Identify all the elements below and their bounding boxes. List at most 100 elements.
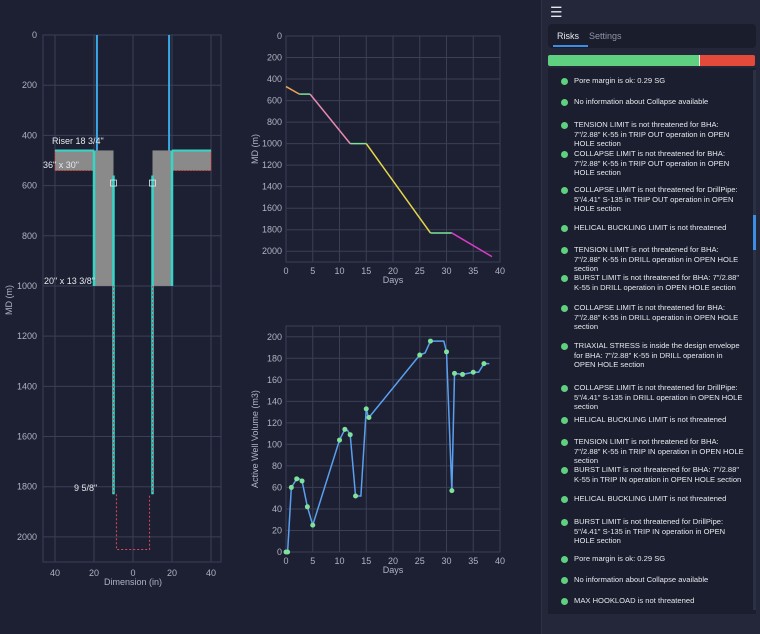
risk-item-text: COLLAPSE LIMIT is not threatened for Dri… — [574, 185, 738, 214]
status-dot-icon — [561, 598, 568, 605]
y-axis-label: MD (m) — [4, 285, 14, 315]
risk-summary-bar — [548, 55, 755, 66]
data-point — [481, 361, 487, 367]
status-dot-icon — [561, 78, 568, 85]
x-tick-label: 40 — [495, 266, 505, 276]
tab-settings[interactable]: Settings — [589, 31, 622, 41]
x-tick-label: 0 — [283, 556, 288, 566]
x-tick-label: 40 — [206, 568, 216, 578]
data-point — [342, 426, 348, 432]
y-tick-label: 1600 — [17, 432, 37, 442]
y-tick-label: 1000 — [262, 139, 282, 149]
x-tick-label: 10 — [334, 556, 344, 566]
y-tick-label: 0 — [277, 547, 282, 557]
y-tick-label: 60 — [272, 482, 282, 492]
y-tick-label: 2000 — [262, 246, 282, 256]
x-tick-label: 15 — [361, 266, 371, 276]
status-dot-icon — [561, 343, 568, 350]
tab-bar: Risks Settings — [548, 24, 756, 48]
risk-list-scroll-thumb[interactable] — [753, 215, 756, 250]
risk-item-text: TENSION LIMIT is not threatened for BHA:… — [574, 120, 730, 149]
y-tick-label: 100 — [267, 439, 282, 449]
data-point — [347, 432, 353, 438]
data-point — [449, 488, 455, 494]
data-point — [366, 414, 372, 420]
data-point — [304, 504, 310, 510]
status-dot-icon — [561, 275, 568, 282]
volume-days-chart: 0 5 10 15 20 25 30 35 40 0 20 40 60 80 100 120 140 160 180… — [248, 318, 510, 590]
risk-item-text: COLLAPSE LIMIT is not threatened for BHA… — [574, 303, 739, 332]
x-tick-label: 30 — [441, 266, 451, 276]
y-axis-label: MD (m) — [250, 134, 260, 164]
data-point — [470, 369, 476, 375]
data-point — [417, 352, 423, 358]
x-tick-label: 5 — [310, 556, 315, 566]
x-axis-label: Days — [383, 275, 404, 285]
risk-item-text: COLLAPSE LIMIT is not threatened for BHA… — [574, 149, 730, 178]
status-dot-icon — [561, 467, 568, 474]
y-tick-label: 180 — [267, 353, 282, 363]
conductor-label: 36" x 30" — [43, 160, 79, 170]
status-dot-icon — [561, 577, 568, 584]
plot-frame — [42, 34, 222, 563]
riser-label: Riser 18 3/4" — [52, 136, 104, 146]
risk-panel: ☰ Risks Settings Pore margin is ok: 0.29… — [541, 0, 760, 634]
data-point — [363, 406, 369, 412]
y-tick-label: 200 — [267, 53, 282, 63]
y-tick-label: 0 — [277, 31, 282, 41]
x-tick-label: 20 — [89, 568, 99, 578]
status-dot-icon — [561, 99, 568, 106]
intermediate-casing-label: 9 5/8" — [74, 483, 97, 493]
risk-item-text: BURST LIMIT is not threatened for DrillP… — [574, 517, 726, 546]
status-dot-icon — [561, 122, 568, 129]
risk-list[interactable]: Pore margin is ok: 0.29 SG No information… — [548, 68, 756, 614]
y-tick-label: 1200 — [262, 160, 282, 170]
y-tick-label: 400 — [267, 74, 282, 84]
tab-risks[interactable]: Risks — [557, 31, 579, 41]
series-line — [451, 232, 493, 258]
x-tick-label: 15 — [361, 556, 371, 566]
status-dot-icon — [561, 151, 568, 158]
surface-casing-label: 20" x 13 3/8" — [44, 276, 95, 286]
risk-item-text: TENSION LIMIT is not threatened for BHA:… — [574, 245, 739, 274]
y-tick-label: 600 — [22, 181, 37, 191]
wellbore-svg: 40 20 0 20 400200400600800100012001400160018… — [4, 30, 222, 587]
x-tick-label: 25 — [415, 266, 425, 276]
hamburger-menu-icon[interactable]: ☰ — [550, 4, 563, 21]
y-tick-label: 1200 — [17, 331, 37, 341]
data-point — [452, 370, 458, 376]
status-dot-icon — [561, 556, 568, 563]
data-point — [285, 549, 291, 555]
cement-right — [152, 150, 172, 286]
risk-item-text: No information about Collapse available — [574, 97, 709, 106]
risk-item-text: COLLAPSE LIMIT is not threatened for Dri… — [574, 383, 743, 412]
risk-bar-ok — [548, 55, 700, 66]
x-axis-label: Days — [383, 565, 404, 575]
y-tick-label: 160 — [267, 375, 282, 385]
x-tick-label: 0 — [283, 266, 288, 276]
wellbore-schematic: 40 20 0 20 40 0 200 400 600 800 1000 1200 1400 1600 18… — [0, 0, 240, 600]
volume-days-svg: 0 5 10 15 20 25 30 35 40020406080100120140160180… — [250, 325, 505, 575]
data-point — [427, 338, 433, 344]
risk-list-scrollbar[interactable] — [753, 70, 756, 610]
x-tick-label: 35 — [468, 266, 478, 276]
y-tick-label: 0 — [32, 30, 37, 40]
x-tick-label: 20 — [167, 568, 177, 578]
x-axis-label: Dimension (in) — [104, 577, 162, 587]
series-line — [286, 340, 490, 553]
y-tick-label: 1000 — [17, 281, 37, 291]
x-tick-label: 5 — [310, 266, 315, 276]
y-tick-label: 20 — [272, 525, 282, 535]
status-dot-icon — [561, 496, 568, 503]
status-dot-icon — [561, 439, 568, 446]
data-point — [444, 349, 449, 355]
y-tick-label: 200 — [22, 80, 37, 90]
y-axis-label: Active Well Volume (m3) — [250, 390, 260, 488]
series-line — [309, 93, 351, 145]
status-dot-icon — [561, 305, 568, 312]
data-point — [460, 371, 466, 377]
y-tick-label: 800 — [267, 117, 282, 127]
risk-item-text: HELICAL BUCKLING LIMIT is not threatened — [574, 494, 727, 503]
y-tick-label: 1800 — [262, 225, 282, 235]
series-line — [365, 143, 432, 234]
